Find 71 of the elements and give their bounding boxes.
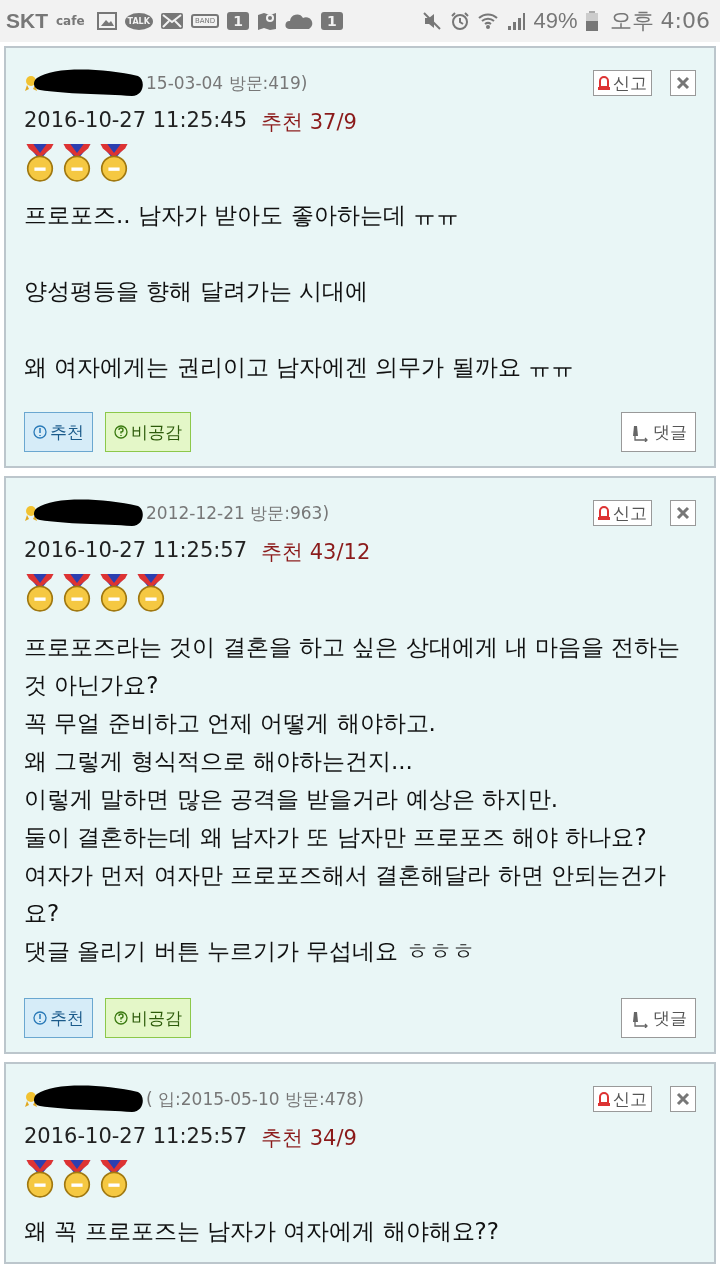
vote-count: 추천 34/9 xyxy=(261,1125,357,1152)
image-icon xyxy=(96,11,117,31)
siren-icon xyxy=(598,76,610,90)
exclamation-icon xyxy=(33,425,47,439)
report-button[interactable]: 신고 xyxy=(593,1086,652,1112)
post-date: 2016-10-27 11:25:45 xyxy=(24,108,248,134)
exclamation-icon xyxy=(33,1011,47,1025)
medal-icon xyxy=(61,144,93,182)
medal-icon xyxy=(24,574,56,612)
report-button[interactable]: 신고 xyxy=(593,70,652,96)
mail-icon xyxy=(160,13,183,29)
chat-bubble-icon: TALK xyxy=(124,12,153,30)
question-icon xyxy=(114,425,128,439)
report-button[interactable]: 신고 xyxy=(593,500,652,526)
map-pin-icon xyxy=(256,11,277,31)
notification-badge-icon: 1 xyxy=(227,12,249,30)
medal-icon xyxy=(98,144,130,182)
comment-text: 꼭 무얼 준비하고 언제 어떻게 해야하고. xyxy=(24,709,437,738)
alarm-icon xyxy=(449,11,470,31)
comment-text: 둘이 결혼하는데 왜 남자가 또 남자만 프로포즈 해야 하나요? xyxy=(24,823,648,852)
comment-text: 프로포즈라는 것이 결혼을 하고 싶은 상대에게 내 마음을 전하는 것 아닌가요? xyxy=(24,633,682,700)
question-icon xyxy=(114,1011,128,1025)
siren-icon xyxy=(598,1092,610,1106)
medal-icon xyxy=(61,574,93,612)
cloud-icon xyxy=(284,13,313,29)
clock: 오후 4:06 xyxy=(609,7,710,35)
close-button[interactable] xyxy=(670,70,696,96)
close-icon xyxy=(676,76,690,90)
reply-button[interactable]: 댓글 xyxy=(621,998,696,1038)
comment-text: 왜 여자에게는 권리이고 남자에겐 의무가 될까요 ㅠㅠ xyxy=(24,353,575,382)
battery-icon xyxy=(585,11,598,31)
disagree-button[interactable]: 비공감 xyxy=(105,998,191,1038)
member-info: 2012-12-21 방문:963) xyxy=(146,501,329,525)
member-info: 15-03-04 방문:419) xyxy=(146,71,308,95)
close-icon xyxy=(676,506,690,520)
rank-icon xyxy=(24,1091,38,1107)
rank-icon xyxy=(24,505,38,521)
comment-text: 프로포즈.. 남자가 받아도 좋아하는데 ㅠㅠ xyxy=(24,201,460,230)
recommend-button[interactable]: 추천 xyxy=(24,998,93,1038)
comment-text: 왜 그렇게 형식적으로 해야하는건지... xyxy=(24,747,414,776)
rank-icon xyxy=(24,75,38,91)
wifi-icon xyxy=(477,11,498,31)
mute-icon xyxy=(421,11,442,31)
close-button[interactable] xyxy=(670,500,696,526)
battery-percent: 49% xyxy=(533,8,578,34)
medal-icon xyxy=(135,574,167,612)
comment-text: 왜 꼭 프로포즈는 남자가 여자에게 해야해요?? xyxy=(24,1217,500,1246)
medal-icon xyxy=(24,1160,56,1198)
disagree-button[interactable]: 비공감 xyxy=(105,412,191,452)
notification-badge-icon: 1 xyxy=(320,12,343,30)
post-date: 2016-10-27 11:25:57 xyxy=(24,1124,248,1150)
signal-icon xyxy=(505,11,526,31)
post-date: 2016-10-27 11:25:57 xyxy=(24,538,248,564)
close-button[interactable] xyxy=(670,1086,696,1112)
close-icon xyxy=(676,1092,690,1106)
app-label: cafe xyxy=(56,14,85,28)
siren-icon xyxy=(598,506,610,520)
medal-icon xyxy=(24,144,56,182)
member-info: ( 입:2015-05-10 방문:478) xyxy=(146,1087,364,1111)
comment-text: 댓글 올리기 버튼 누르기가 무섭네요 ㅎㅎㅎ xyxy=(24,937,476,966)
medal-icon xyxy=(98,1160,130,1198)
carrier-label: SKT xyxy=(6,9,48,33)
medal-icon xyxy=(98,574,130,612)
reply-button[interactable]: 댓글 xyxy=(621,412,696,452)
medal-icon xyxy=(61,1160,93,1198)
vote-count: 추천 43/12 xyxy=(261,539,371,566)
vote-count: 추천 37/9 xyxy=(261,109,357,136)
comment-text: 이렇게 말하면 많은 공격을 받을거라 예상은 하지만. xyxy=(24,785,560,814)
comment-text: 여자가 먼저 여자만 프로포즈해서 결혼해달라 하면 안되는건가요? xyxy=(24,861,667,928)
recommend-button[interactable]: 추천 xyxy=(24,412,93,452)
comment-text: 양성평등을 향해 달려가는 시대에 xyxy=(24,277,369,306)
